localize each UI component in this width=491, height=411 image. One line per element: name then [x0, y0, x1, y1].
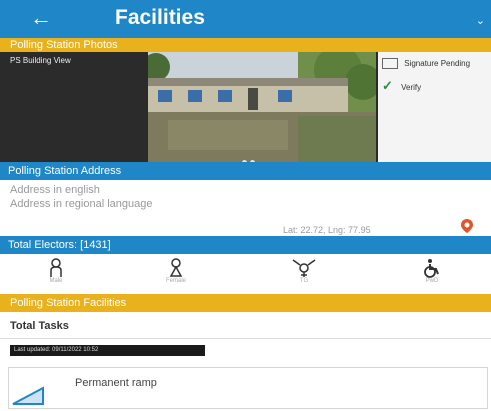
section-header-facilities: Polling Station Facilities — [0, 294, 491, 312]
ramp-icon — [11, 384, 45, 411]
verify-label: Verify — [401, 83, 422, 92]
lat-lng-text: Lat: 22.72, Lng: 77.95 — [283, 225, 371, 235]
pwd-electors[interactable]: PwD — [412, 258, 452, 292]
male-label: Male — [49, 278, 63, 284]
signature-icon — [382, 58, 398, 69]
section-header-photos: Polling Station Photos — [0, 38, 491, 52]
page-title: Facilities — [115, 6, 205, 29]
section-header-address: Polling Station Address — [0, 162, 491, 180]
wheelchair-icon — [424, 259, 439, 278]
back-arrow-icon[interactable]: ← — [30, 5, 52, 31]
total-tasks-heading: Total Tasks — [10, 320, 69, 332]
female-label: Female — [165, 278, 186, 284]
facility-label: Permanent ramp — [75, 377, 157, 389]
chevron-down-icon[interactable]: ⌄ — [476, 14, 485, 27]
third-gender-electors[interactable]: TG — [284, 258, 324, 292]
divider — [0, 338, 491, 339]
female-elector-icon — [169, 258, 183, 277]
timestamp-stamp: Last updated: 09/11/2022 10:52 — [10, 345, 205, 356]
photo-caption: PS Building View — [10, 56, 71, 65]
male-electors[interactable]: Male — [36, 258, 76, 292]
verification-panel: Signature Pending ✓ Verify — [378, 52, 491, 162]
polling-station-photo[interactable] — [148, 52, 376, 162]
female-electors[interactable]: Female — [156, 258, 196, 292]
photo-carousel[interactable]: PS Building View Signature Pending ✓ Ver… — [0, 52, 491, 165]
section-header-electors: Total Electors: [1431] — [0, 236, 491, 254]
map-pin-icon[interactable] — [459, 218, 475, 234]
verify-row[interactable]: ✓ Verify — [382, 78, 490, 94]
address-regional: Address in regional language — [10, 198, 153, 210]
check-icon: ✓ — [382, 78, 393, 93]
electors-row: Male Female TG PwD — [0, 258, 491, 292]
signature-label: Signature Pending — [404, 58, 471, 68]
signature-row[interactable]: Signature Pending — [382, 58, 490, 69]
third-gender-icon — [292, 259, 316, 277]
app-bar: ← Facilities ⌄ — [0, 0, 491, 38]
address-english: Address in english — [10, 184, 100, 196]
pwd-label: PwD — [425, 278, 439, 284]
tg-label: TG — [299, 278, 309, 284]
male-elector-icon — [50, 258, 62, 277]
